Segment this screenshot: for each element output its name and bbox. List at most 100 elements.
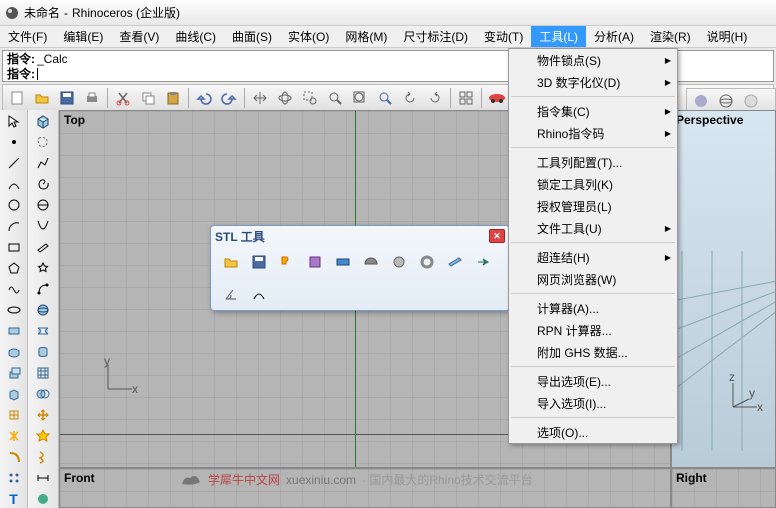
paste-icon[interactable]	[161, 86, 185, 110]
stl-puzzle-icon[interactable]	[275, 250, 299, 274]
menu-item[interactable]: Rhino指令码▶	[509, 122, 677, 144]
print-icon[interactable]	[80, 86, 104, 110]
boolean-icon[interactable]	[31, 384, 55, 403]
spiral-icon[interactable]	[31, 175, 55, 194]
menu-surface[interactable]: 曲面(S)	[224, 26, 280, 47]
new-icon[interactable]	[5, 86, 29, 110]
move-icon[interactable]	[31, 405, 55, 424]
mesh-icon[interactable]	[31, 363, 55, 382]
undo-icon[interactable]	[192, 86, 216, 110]
cut-icon[interactable]	[111, 86, 135, 110]
loft-icon[interactable]	[31, 322, 55, 341]
rotate-view-icon[interactable]	[273, 86, 297, 110]
menu-item[interactable]: RPN 计算器...	[509, 319, 677, 341]
extrude-icon[interactable]	[2, 363, 26, 382]
menu-item[interactable]: 导入选项(I)...	[509, 392, 677, 414]
transform-icon[interactable]	[2, 405, 26, 424]
save-icon[interactable]	[55, 86, 79, 110]
text-icon[interactable]: T	[2, 489, 26, 508]
stl-sphere-icon[interactable]	[387, 250, 411, 274]
zoom-window-icon[interactable]	[298, 86, 322, 110]
menu-item[interactable]: 附加 GHS 数据...	[509, 341, 677, 363]
open-icon[interactable]	[30, 86, 54, 110]
menu-mesh[interactable]: 网格(M)	[337, 26, 395, 47]
curve-icon[interactable]	[2, 175, 26, 194]
four-view-icon[interactable]	[454, 86, 478, 110]
stl-angle-icon[interactable]	[219, 282, 243, 306]
plane-icon[interactable]	[31, 238, 55, 257]
solid-icon[interactable]	[2, 384, 26, 403]
rectangle-icon[interactable]	[2, 238, 26, 257]
menu-edit[interactable]: 编辑(E)	[55, 26, 111, 47]
lasso-icon[interactable]	[31, 133, 55, 152]
menu-help[interactable]: 说明(H)	[699, 26, 756, 47]
twist-icon[interactable]	[31, 447, 55, 466]
viewport-perspective[interactable]: Perspective zxy	[671, 110, 776, 468]
dimension-icon[interactable]	[31, 468, 55, 487]
surface1-icon[interactable]	[2, 322, 26, 341]
command-input[interactable]	[37, 68, 38, 80]
menu-render[interactable]: 渲染(R)	[642, 26, 699, 47]
menu-item[interactable]: 计算器(A)...	[509, 297, 677, 319]
select-arrow-icon[interactable]	[2, 112, 26, 131]
parabola-icon[interactable]	[31, 217, 55, 236]
stl-slab-icon[interactable]	[331, 250, 355, 274]
close-icon[interactable]: ✕	[489, 229, 505, 243]
menu-item[interactable]: 导出选项(E)...	[509, 370, 677, 392]
star-icon[interactable]	[31, 259, 55, 278]
menu-item[interactable]: 指令集(C)▶	[509, 100, 677, 122]
explode-icon[interactable]	[2, 426, 26, 445]
ellipse-icon[interactable]	[2, 301, 26, 320]
arc-icon[interactable]	[2, 217, 26, 236]
menu-curve[interactable]: 曲线(C)	[167, 26, 224, 47]
menu-solid[interactable]: 实体(O)	[280, 26, 337, 47]
stl-arrow-icon[interactable]	[471, 250, 495, 274]
menu-view[interactable]: 查看(V)	[111, 26, 167, 47]
ellipse2-icon[interactable]	[31, 196, 55, 215]
bend-icon[interactable]	[2, 447, 26, 466]
menu-tools[interactable]: 工具(L)	[531, 26, 586, 47]
menu-item[interactable]: 授权管理员(L)	[509, 195, 677, 217]
menu-item[interactable]: 文件工具(U)▶	[509, 217, 677, 239]
menu-item[interactable]: 网页浏览器(W)	[509, 268, 677, 290]
menu-item[interactable]: 锁定工具列(K)	[509, 173, 677, 195]
zoom-selected-icon[interactable]	[373, 86, 397, 110]
zoom-dynamic-icon[interactable]	[323, 86, 347, 110]
viewport-label-top[interactable]: Top	[64, 113, 85, 127]
render-car-icon[interactable]	[485, 86, 509, 110]
menu-item[interactable]: 选项(O)...	[509, 421, 677, 443]
redo-icon[interactable]	[217, 86, 241, 110]
render-icon[interactable]	[31, 489, 55, 508]
stl-halfsphere-icon[interactable]	[359, 250, 383, 274]
pan-icon[interactable]	[248, 86, 272, 110]
line-icon[interactable]	[2, 154, 26, 173]
stl-tools-panel[interactable]: STL 工具 ✕	[210, 225, 510, 311]
surface2-icon[interactable]	[2, 342, 26, 361]
menu-item[interactable]: 超连结(H)▶	[509, 246, 677, 268]
polyline-icon[interactable]	[31, 154, 55, 173]
undo-view-icon[interactable]	[398, 86, 422, 110]
circle-icon[interactable]	[2, 196, 26, 215]
redo-view-icon[interactable]	[423, 86, 447, 110]
stl-save-icon[interactable]	[247, 250, 271, 274]
stl-open-icon[interactable]	[219, 250, 243, 274]
menu-analyze[interactable]: 分析(A)	[586, 26, 642, 47]
menu-transform[interactable]: 变动(T)	[476, 26, 531, 47]
polygon-icon[interactable]	[2, 259, 26, 278]
array-icon[interactable]	[2, 468, 26, 487]
menu-file[interactable]: 文件(F)	[0, 26, 55, 47]
viewport-right[interactable]: Right	[671, 468, 776, 508]
revolve-icon[interactable]	[31, 342, 55, 361]
stl-ring-icon[interactable]	[415, 250, 439, 274]
menu-item[interactable]: 3D 数字化仪(D)▶	[509, 71, 677, 93]
spark-icon[interactable]	[31, 426, 55, 445]
stl-block-icon[interactable]	[303, 250, 327, 274]
point-icon[interactable]	[2, 133, 26, 152]
viewport-label-front[interactable]: Front	[64, 471, 95, 485]
handle-icon[interactable]	[31, 280, 55, 299]
zoom-extents-icon[interactable]	[348, 86, 372, 110]
freeform-icon[interactable]	[2, 280, 26, 299]
stl-arc2-icon[interactable]	[247, 282, 271, 306]
copy-icon[interactable]	[136, 86, 160, 110]
box-icon[interactable]	[31, 112, 55, 131]
